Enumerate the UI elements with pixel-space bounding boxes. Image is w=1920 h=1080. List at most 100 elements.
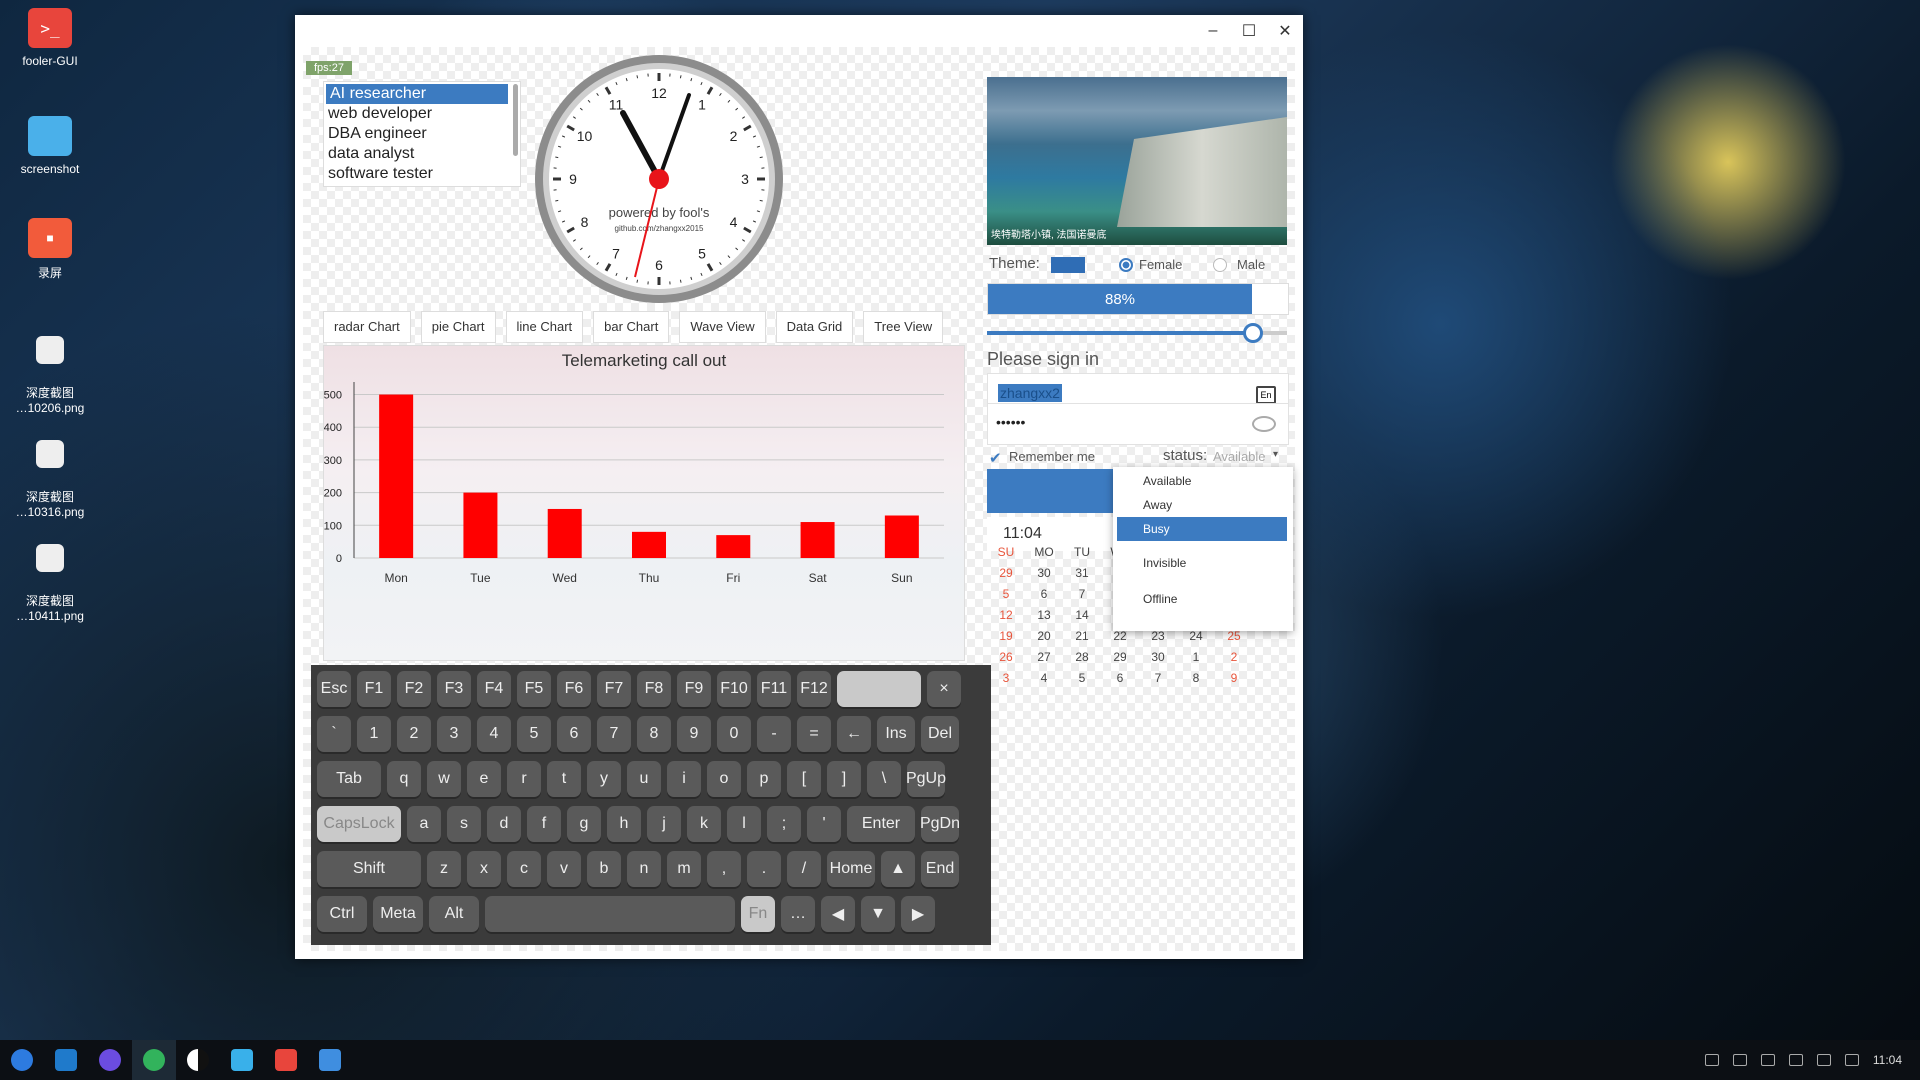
key--[interactable]: ' xyxy=(807,806,841,842)
key-w[interactable]: w xyxy=(427,761,461,797)
job-listbox[interactable]: AI researcher web developer DBA engineer… xyxy=(323,81,521,187)
key-esc[interactable]: Esc xyxy=(317,671,351,707)
key-f2[interactable]: F2 xyxy=(397,671,431,707)
key-capslock[interactable]: CapsLock xyxy=(317,806,401,842)
key--[interactable]: ; xyxy=(767,806,801,842)
key-enter[interactable]: Enter xyxy=(847,806,915,842)
key-y[interactable]: y xyxy=(587,761,621,797)
key--[interactable]: ▲ xyxy=(881,851,915,887)
key-4[interactable]: 4 xyxy=(477,716,511,752)
key-f8[interactable]: F8 xyxy=(637,671,671,707)
key-g[interactable]: g xyxy=(567,806,601,842)
key-f[interactable]: f xyxy=(527,806,561,842)
key-pgdn[interactable]: PgDn xyxy=(920,806,960,842)
key--[interactable]: . xyxy=(747,851,781,887)
male-radio[interactable] xyxy=(1213,258,1227,272)
key-m[interactable]: m xyxy=(667,851,701,887)
key-shift[interactable]: Shift xyxy=(317,851,421,887)
listbox-scrollbar[interactable] xyxy=(513,84,518,156)
usb-icon[interactable] xyxy=(1760,1054,1775,1066)
calendar-day[interactable]: 30 xyxy=(1025,566,1063,580)
key--[interactable]: ◀ xyxy=(821,896,855,932)
key-a[interactable]: a xyxy=(407,806,441,842)
calendar-day[interactable]: 5 xyxy=(987,587,1025,601)
calendar-day[interactable]: 7 xyxy=(1139,671,1177,685)
keyboard-icon[interactable] xyxy=(1788,1054,1803,1066)
key-end[interactable]: End xyxy=(921,851,959,887)
key-f9[interactable]: F9 xyxy=(677,671,711,707)
taskbar-clock[interactable]: 11:04 xyxy=(1873,1053,1902,1067)
close-button[interactable]: ✕ xyxy=(1267,21,1303,41)
key--[interactable]: ← xyxy=(837,716,871,752)
calendar-day[interactable]: 19 xyxy=(987,629,1025,643)
key-2[interactable]: 2 xyxy=(397,716,431,752)
calendar-day[interactable]: 1 xyxy=(1177,650,1215,664)
tab-data-grid[interactable]: Data Grid xyxy=(775,311,854,343)
key-1[interactable]: 1 xyxy=(357,716,391,752)
key-d[interactable]: d xyxy=(487,806,521,842)
file-manager-icon[interactable] xyxy=(308,1040,352,1080)
list-item[interactable]: software tester xyxy=(324,164,520,184)
key-f7[interactable]: F7 xyxy=(597,671,631,707)
calendar-day[interactable]: 8 xyxy=(1177,671,1215,685)
calendar-day[interactable]: 13 xyxy=(1025,608,1063,622)
status-select[interactable]: Available xyxy=(1213,449,1266,464)
remember-checkbox[interactable]: ✔ xyxy=(989,449,1002,467)
key-x[interactable]: x xyxy=(467,851,501,887)
key-ins[interactable]: Ins xyxy=(877,716,915,752)
space-key[interactable] xyxy=(485,896,735,932)
key-f1[interactable]: F1 xyxy=(357,671,391,707)
desktop-icon-screenshot-file[interactable]: 深度截图 …10411.png xyxy=(8,530,92,637)
key-home[interactable]: Home xyxy=(827,851,875,887)
key-f6[interactable]: F6 xyxy=(557,671,591,707)
volume-icon[interactable] xyxy=(1732,1054,1747,1066)
store-icon[interactable] xyxy=(220,1040,264,1080)
key--[interactable]: ] xyxy=(827,761,861,797)
key-f3[interactable]: F3 xyxy=(437,671,471,707)
desktop-icon-fooler-gui[interactable]: >_ fooler-GUI xyxy=(8,8,92,68)
calendar-day[interactable]: 14 xyxy=(1063,608,1101,622)
wifi-icon[interactable] xyxy=(1816,1054,1831,1066)
tab-line-chart[interactable]: line Chart xyxy=(505,311,584,343)
key-7[interactable]: 7 xyxy=(597,716,631,752)
calendar-day[interactable]: 2 xyxy=(1215,650,1253,664)
key-t[interactable]: t xyxy=(547,761,581,797)
status-dropdown[interactable]: Available Away Busy Invisible Offline xyxy=(1113,467,1293,631)
list-item[interactable]: DBA engineer xyxy=(324,124,520,144)
desktop-icon-screenshot[interactable]: screenshot xyxy=(8,116,92,176)
calendar-day[interactable]: 30 xyxy=(1139,650,1177,664)
status-option[interactable]: Away xyxy=(1113,493,1323,517)
calendar-day[interactable]: 28 xyxy=(1063,650,1101,664)
key-l[interactable]: l xyxy=(727,806,761,842)
calendar-day[interactable]: 12 xyxy=(987,608,1025,622)
desktop-icon-screenshot-file[interactable]: 深度截图 …10206.png xyxy=(8,322,92,429)
key-p[interactable]: p xyxy=(747,761,781,797)
keyboard-layout-icon[interactable]: En xyxy=(1256,386,1276,404)
key-s[interactable]: s xyxy=(447,806,481,842)
calendar-day[interactable]: 5 xyxy=(1063,671,1101,685)
calendar-day[interactable]: 20 xyxy=(1025,629,1063,643)
key-u[interactable]: u xyxy=(627,761,661,797)
key--[interactable]: / xyxy=(787,851,821,887)
key-o[interactable]: o xyxy=(707,761,741,797)
tab-radar-chart[interactable]: radar Chart xyxy=(323,311,411,343)
key--[interactable]: [ xyxy=(787,761,821,797)
status-option-selected[interactable]: Busy xyxy=(1117,517,1287,541)
battery-tray-icon[interactable] xyxy=(1704,1054,1719,1066)
calendar-day[interactable]: 4 xyxy=(1025,671,1063,685)
calendar-day[interactable]: 7 xyxy=(1063,587,1101,601)
key-f5[interactable]: F5 xyxy=(517,671,551,707)
key-8[interactable]: 8 xyxy=(637,716,671,752)
maximize-button[interactable]: ☐ xyxy=(1231,21,1267,41)
list-item[interactable]: data analyst xyxy=(324,144,520,164)
key-z[interactable]: z xyxy=(427,851,461,887)
slider[interactable] xyxy=(987,323,1287,343)
key-r[interactable]: r xyxy=(507,761,541,797)
list-item[interactable]: web developer xyxy=(324,104,520,124)
key-e[interactable]: e xyxy=(467,761,501,797)
key-9[interactable]: 9 xyxy=(677,716,711,752)
key--[interactable]: ` xyxy=(317,716,351,752)
calendar-day[interactable]: 3 xyxy=(987,671,1025,685)
key-q[interactable]: q xyxy=(387,761,421,797)
key-del[interactable]: Del xyxy=(921,716,959,752)
